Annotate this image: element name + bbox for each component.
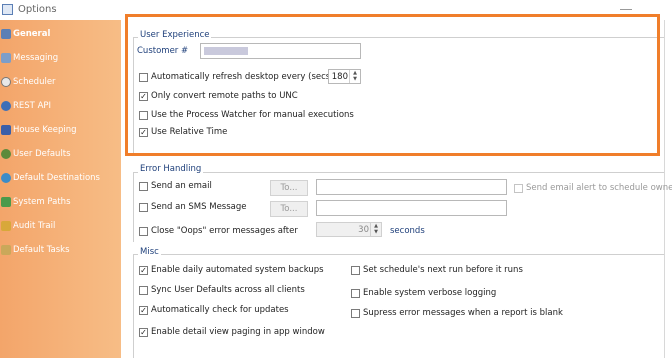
rest-api-icon xyxy=(1,101,11,111)
email-alert-label: Send email alert to schedule owner xyxy=(526,183,672,193)
send-email-label: Send an email xyxy=(151,181,212,191)
sync-defaults-label: Sync User Defaults across all clients xyxy=(151,285,305,295)
remote-paths-checkbox[interactable]: ✓ xyxy=(139,92,148,101)
sidebar-item-label: System Paths xyxy=(13,197,71,207)
window-title: Options xyxy=(18,4,57,15)
customer-number-label: Customer # xyxy=(137,46,189,56)
refresh-secs-value: 180 xyxy=(331,72,348,82)
sidebar-item-general[interactable]: General xyxy=(0,24,121,44)
email-to-button[interactable]: To... xyxy=(270,180,308,196)
detail-paging-checkbox[interactable]: ✓ xyxy=(139,328,148,337)
house-keeping-icon xyxy=(1,125,11,135)
suppress-errors-checkbox[interactable] xyxy=(351,309,360,318)
sms-to-field[interactable] xyxy=(316,200,507,216)
oops-label: Close "Oops" error messages after xyxy=(151,226,298,236)
customer-number-field[interactable] xyxy=(200,43,361,59)
sidebar-item-scheduler[interactable]: Scheduler xyxy=(0,72,121,92)
sidebar-item-label: REST API xyxy=(13,101,52,111)
sidebar-item-label: Default Destinations xyxy=(13,173,100,183)
error-handling-title: Error Handling xyxy=(138,164,204,174)
default-tasks-icon xyxy=(1,245,11,255)
general-icon xyxy=(1,29,11,39)
oops-checkbox[interactable] xyxy=(139,227,148,236)
oops-secs-stepper[interactable]: 30 ▲ ▼ xyxy=(316,222,382,237)
scheduler-icon xyxy=(1,77,11,87)
auto-refresh-label: Automatically refresh desktop every (sec… xyxy=(151,72,334,82)
process-watcher-checkbox[interactable] xyxy=(139,111,148,120)
next-run-checkbox[interactable] xyxy=(351,266,360,275)
daily-backup-checkbox[interactable]: ✓ xyxy=(139,266,148,275)
remote-paths-label: Only convert remote paths to UNC xyxy=(151,91,298,101)
send-email-checkbox[interactable] xyxy=(139,182,148,191)
check-updates-checkbox[interactable]: ✓ xyxy=(139,306,148,315)
audit-trail-icon xyxy=(1,221,11,231)
detail-paging-label: Enable detail view paging in app window xyxy=(151,327,325,337)
user-experience-title: User Experience xyxy=(138,30,212,40)
seconds-label: seconds xyxy=(390,226,425,236)
send-sms-label: Send an SMS Message xyxy=(151,202,247,212)
sidebar-item-house-keeping[interactable]: House Keeping xyxy=(0,120,121,140)
title-bar: Options xyxy=(0,0,672,20)
sidebar-item-label: General xyxy=(13,29,51,39)
refresh-secs-stepper[interactable]: 180 ▲ ▼ xyxy=(328,69,361,84)
spin-arrows-icon[interactable]: ▲ ▼ xyxy=(370,223,381,236)
sms-to-button[interactable]: To... xyxy=(270,201,308,217)
options-app-icon xyxy=(2,4,13,15)
sidebar-item-label: Scheduler xyxy=(13,77,56,87)
suppress-errors-label: Supress error messages when a report is … xyxy=(363,308,563,318)
sidebar-item-user-defaults[interactable]: User Defaults xyxy=(0,144,121,164)
auto-refresh-checkbox[interactable] xyxy=(139,73,148,82)
minimize-button[interactable] xyxy=(620,9,632,10)
sidebar-item-label: User Defaults xyxy=(13,149,71,159)
spin-arrows-icon[interactable]: ▲ ▼ xyxy=(349,70,360,83)
verbose-logging-checkbox[interactable] xyxy=(351,289,360,298)
system-paths-icon xyxy=(1,197,11,207)
messaging-icon xyxy=(1,53,11,63)
email-alert-checkbox[interactable] xyxy=(514,184,523,193)
default-destinations-icon xyxy=(1,173,11,183)
relative-time-checkbox[interactable]: ✓ xyxy=(139,128,148,137)
sidebar-item-system-paths[interactable]: System Paths xyxy=(0,192,121,212)
relative-time-label: Use Relative Time xyxy=(151,127,228,137)
redacted-value xyxy=(204,47,248,55)
sidebar-item-label: House Keeping xyxy=(13,125,77,135)
oops-secs-value: 30 xyxy=(358,225,369,235)
sidebar-item-messaging[interactable]: Messaging xyxy=(0,48,121,68)
sidebar-item-default-destinations[interactable]: Default Destinations xyxy=(0,168,121,188)
user-defaults-icon xyxy=(1,149,11,159)
send-sms-checkbox[interactable] xyxy=(139,203,148,212)
misc-title: Misc xyxy=(138,247,161,257)
next-run-label: Set schedule's next run before it runs xyxy=(363,265,523,275)
sync-defaults-checkbox[interactable] xyxy=(139,286,148,295)
sidebar-item-label: Default Tasks xyxy=(13,245,70,255)
sidebar-item-label: Messaging xyxy=(13,53,59,63)
email-to-field[interactable] xyxy=(316,179,507,195)
daily-backup-label: Enable daily automated system backups xyxy=(151,265,324,275)
process-watcher-label: Use the Process Watcher for manual execu… xyxy=(151,110,354,120)
verbose-logging-label: Enable system verbose logging xyxy=(363,288,497,298)
sidebar-item-rest-api[interactable]: REST API xyxy=(0,96,121,116)
sidebar: General Messaging Scheduler REST API Hou… xyxy=(0,20,121,358)
sidebar-item-audit-trail[interactable]: Audit Trail xyxy=(0,216,121,236)
check-updates-label: Automatically check for updates xyxy=(151,305,289,315)
sidebar-item-label: Audit Trail xyxy=(13,221,56,231)
sidebar-item-default-tasks[interactable]: Default Tasks xyxy=(0,240,121,260)
